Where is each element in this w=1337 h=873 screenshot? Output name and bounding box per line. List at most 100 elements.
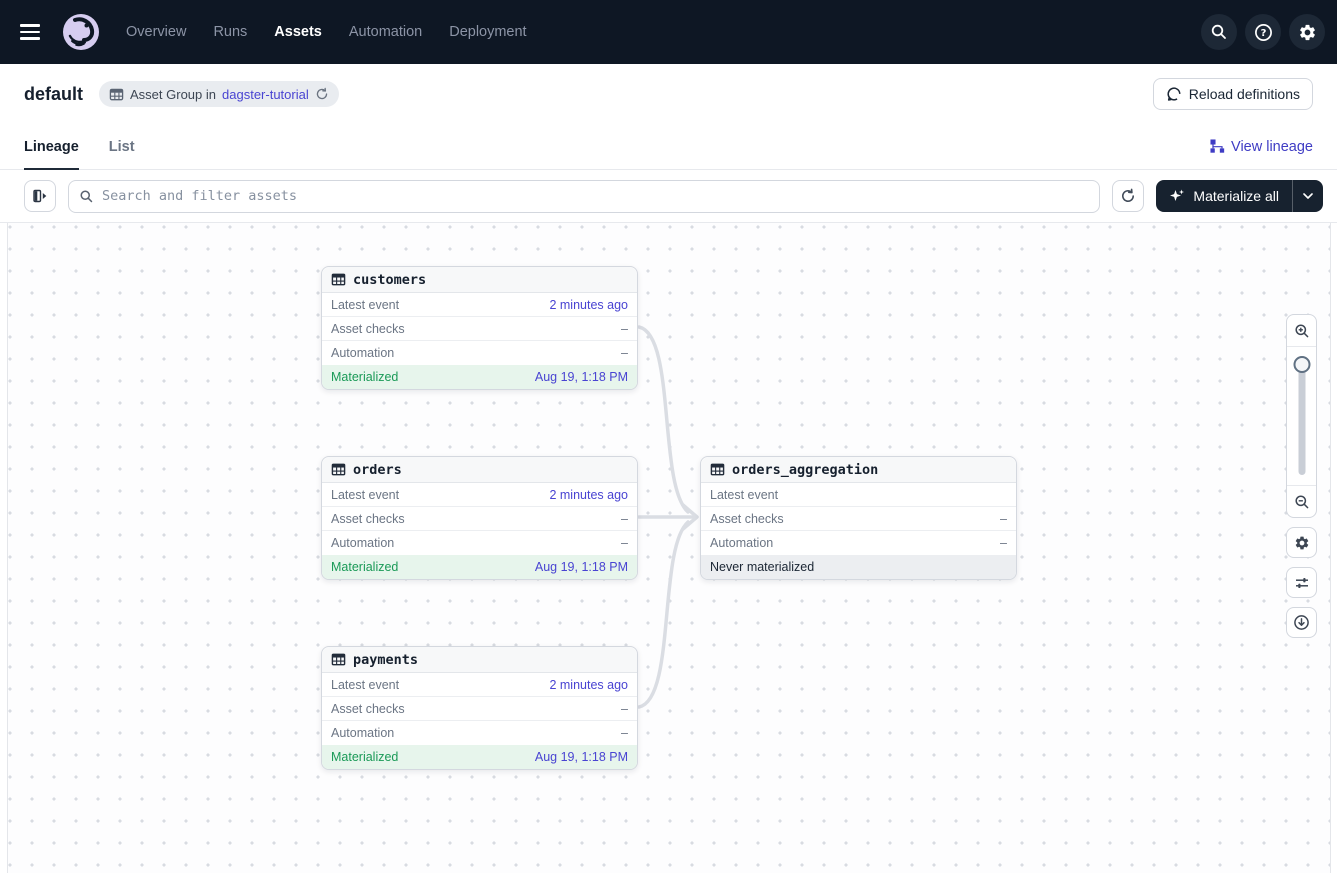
materialize-dropdown-button[interactable] <box>1292 180 1323 212</box>
svg-text:?: ? <box>1260 28 1266 39</box>
refresh-icon <box>1120 188 1136 204</box>
asset-node-header: payments <box>322 647 637 673</box>
reload-icon <box>1166 86 1182 102</box>
table-icon <box>331 462 346 477</box>
zoom-in-button[interactable] <box>1287 315 1316 347</box>
help-button[interactable]: ? <box>1245 14 1281 50</box>
automation-row: Automation – <box>322 341 637 365</box>
asset-name: orders_aggregation <box>732 462 878 478</box>
asset-node-header: customers <box>322 267 637 293</box>
navbar-actions: ? <box>1201 14 1325 50</box>
recenter-view-button[interactable] <box>1286 607 1317 638</box>
gear-icon <box>1294 535 1310 551</box>
asset-node-header: orders <box>322 457 637 483</box>
refresh-button[interactable] <box>1112 180 1144 212</box>
materialization-time-link[interactable]: Aug 19, 1:18 PM <box>535 560 628 574</box>
latest-event-link[interactable]: 2 minutes ago <box>549 488 628 502</box>
nav-item-automation[interactable]: Automation <box>349 24 422 40</box>
sparkle-icon <box>1169 188 1185 204</box>
top-navbar: Overview Runs Assets Automation Deployme… <box>0 0 1337 64</box>
reload-definitions-label: Reload definitions <box>1189 86 1300 102</box>
status-row-materialized: Materialized Aug 19, 1:18 PM <box>322 365 637 389</box>
asset-checks-row: Asset checks – <box>322 317 637 341</box>
settings-button[interactable] <box>1289 14 1325 50</box>
hamburger-menu-icon[interactable] <box>20 18 48 46</box>
tab-lineage[interactable]: Lineage <box>24 124 79 170</box>
automation-row: Automation – <box>701 531 1016 555</box>
asset-node-header: orders_aggregation <box>701 457 1016 483</box>
gear-icon <box>1298 23 1317 42</box>
search-button[interactable] <box>1201 14 1237 50</box>
asset-checks-row: Asset checks – <box>322 507 637 531</box>
asset-node-orders[interactable]: orders Latest event 2 minutes ago Asset … <box>321 456 638 580</box>
latest-event-link[interactable]: 2 minutes ago <box>549 298 628 312</box>
search-input[interactable] <box>102 188 1089 204</box>
latest-event-link[interactable]: 2 minutes ago <box>549 678 628 692</box>
asset-name: orders <box>353 462 402 478</box>
zoom-controls <box>1286 314 1317 518</box>
materialization-time-link[interactable]: Aug 19, 1:18 PM <box>535 750 628 764</box>
badge-repo-link[interactable]: dagster-tutorial <box>222 87 309 102</box>
asset-node-orders-aggregation[interactable]: orders_aggregation Latest event Asset ch… <box>700 456 1017 580</box>
lineage-canvas[interactable]: customers Latest event 2 minutes ago Ass… <box>7 223 1331 873</box>
help-icon: ? <box>1254 23 1273 42</box>
automation-row: Automation – <box>322 531 637 555</box>
materialize-split-button: Materialize all <box>1156 180 1323 212</box>
view-lineage-link[interactable]: View lineage <box>1210 139 1313 155</box>
asset-node-payments[interactable]: payments Latest event 2 minutes ago Asse… <box>321 646 638 770</box>
asset-search-box <box>68 180 1100 213</box>
reload-definitions-button[interactable]: Reload definitions <box>1153 78 1313 110</box>
chevron-down-icon <box>1303 193 1313 199</box>
dagster-logo[interactable] <box>62 13 100 51</box>
nav-item-overview[interactable]: Overview <box>126 24 186 40</box>
primary-nav: Overview Runs Assets Automation Deployme… <box>126 24 527 40</box>
graph-settings-button[interactable] <box>1286 527 1317 558</box>
status-row-materialized: Materialized Aug 19, 1:18 PM <box>322 555 637 579</box>
graph-toolbar: Materialize all <box>0 170 1337 223</box>
tab-list[interactable]: List <box>109 124 135 170</box>
latest-event-row: Latest event 2 minutes ago <box>322 483 637 507</box>
latest-event-row: Latest event <box>701 483 1016 507</box>
nav-item-assets[interactable]: Assets <box>274 24 322 40</box>
zoom-slider-track[interactable] <box>1298 361 1305 475</box>
materialize-all-button[interactable]: Materialize all <box>1156 180 1292 212</box>
sliders-icon <box>1294 575 1310 591</box>
latest-event-row: Latest event 2 minutes ago <box>322 293 637 317</box>
materialization-time-link[interactable]: Aug 19, 1:18 PM <box>535 370 628 384</box>
table-icon <box>331 272 346 287</box>
asset-node-customers[interactable]: customers Latest event 2 minutes ago Ass… <box>321 266 638 390</box>
page-header: default Asset Group in dagster-tutorial … <box>0 64 1337 124</box>
sync-icon[interactable] <box>315 87 329 101</box>
automation-row: Automation – <box>322 721 637 745</box>
zoom-in-icon <box>1294 323 1310 339</box>
nav-item-deployment[interactable]: Deployment <box>449 24 526 40</box>
zoom-slider <box>1287 347 1316 485</box>
page-title: default <box>24 84 83 105</box>
search-icon <box>79 189 94 204</box>
materialize-all-label: Materialize all <box>1193 188 1279 204</box>
zoom-slider-handle[interactable] <box>1293 356 1310 373</box>
lineage-edges <box>8 223 1332 873</box>
asset-name: payments <box>353 652 418 668</box>
table-icon <box>710 462 725 477</box>
badge-prefix: Asset Group in <box>130 87 216 102</box>
asset-checks-row: Asset checks – <box>701 507 1016 531</box>
latest-event-row: Latest event 2 minutes ago <box>322 673 637 697</box>
panel-expand-icon <box>32 188 48 204</box>
graph-filters-button[interactable] <box>1286 567 1317 598</box>
toggle-sidebar-button[interactable] <box>24 180 56 212</box>
recenter-icon <box>1293 614 1310 631</box>
asset-checks-row: Asset checks – <box>322 697 637 721</box>
search-icon <box>1210 23 1228 41</box>
status-row-materialized: Materialized Aug 19, 1:18 PM <box>322 745 637 769</box>
nav-item-runs[interactable]: Runs <box>213 24 247 40</box>
status-row-never-materialized: Never materialized <box>701 555 1016 579</box>
tabs-bar: Lineage List View lineage <box>0 124 1337 170</box>
asset-group-badge: Asset Group in dagster-tutorial <box>99 81 339 107</box>
asset-group-icon <box>109 87 124 102</box>
table-icon <box>331 652 346 667</box>
asset-name: customers <box>353 272 426 288</box>
zoom-out-icon <box>1294 494 1310 510</box>
zoom-out-button[interactable] <box>1287 485 1316 517</box>
lineage-graph-icon <box>1210 139 1225 154</box>
